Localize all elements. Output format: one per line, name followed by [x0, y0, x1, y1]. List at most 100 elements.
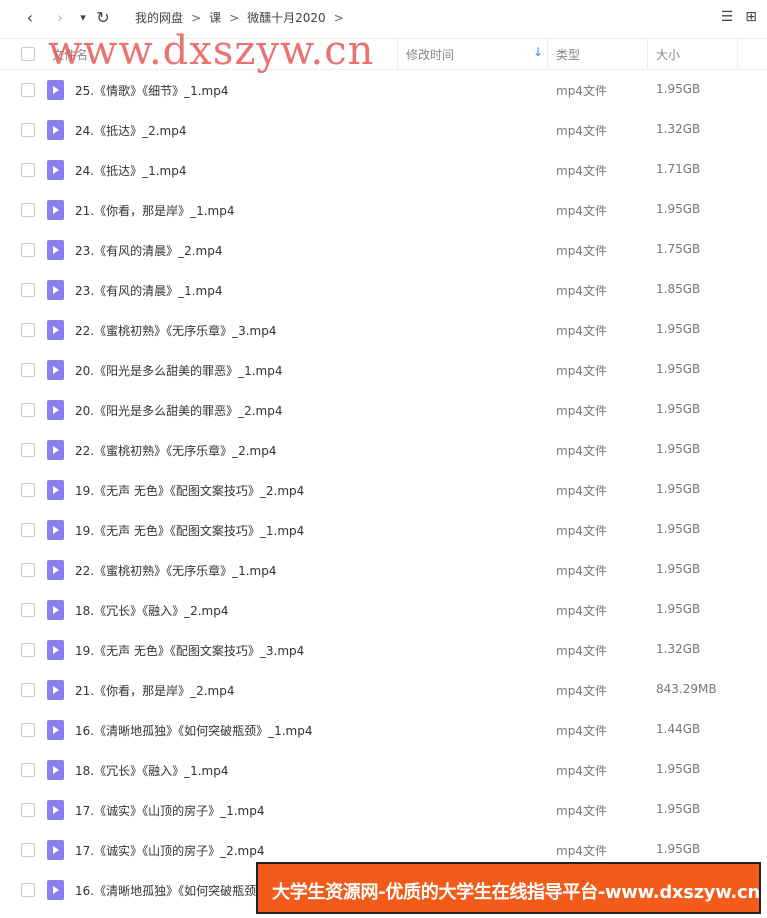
sort-descending-icon[interactable]: ↓ — [533, 45, 543, 59]
breadcrumb-item-course[interactable]: 课 — [209, 11, 221, 25]
video-file-icon — [47, 320, 64, 340]
file-size: 1.95GB — [656, 602, 701, 616]
video-file-icon — [47, 600, 64, 620]
file-size: 1.95GB — [656, 442, 701, 456]
row-checkbox[interactable] — [21, 683, 35, 697]
row-checkbox[interactable] — [21, 723, 35, 737]
file-name[interactable]: 23.《有风的清晨》_2.mp4 — [75, 242, 222, 259]
file-name[interactable]: 24.《抵达》_2.mp4 — [75, 122, 186, 139]
file-name[interactable]: 16.《清晰地孤独》《如何突破瓶颈》_1.mp4 — [75, 722, 312, 739]
video-file-icon — [47, 240, 64, 260]
file-name[interactable]: 24.《抵达》_1.mp4 — [75, 162, 186, 179]
file-name[interactable]: 21.《你看，那是岸》_1.mp4 — [75, 202, 234, 219]
file-size: 1.95GB — [656, 562, 701, 576]
file-size: 1.95GB — [656, 762, 701, 776]
row-checkbox[interactable] — [21, 243, 35, 257]
row-checkbox[interactable] — [21, 283, 35, 297]
file-name[interactable]: 17.《诚实》《山顶的房子》_2.mp4 — [75, 842, 264, 859]
file-row[interactable]: 18.《冗长》《融入》_1.mp4 mp4文件 1.95GB — [0, 750, 767, 790]
column-modified[interactable]: 修改时间 — [406, 46, 454, 63]
file-name[interactable]: 19.《无声 无色》《配图文案技巧》_3.mp4 — [75, 642, 304, 659]
grid-view-icon[interactable]: ⊞ — [745, 9, 757, 25]
file-name[interactable]: 22.《蜜桃初熟》《无序乐章》_3.mp4 — [75, 322, 276, 339]
breadcrumb-separator: > — [333, 11, 344, 25]
file-row[interactable]: 21.《你看，那是岸》_2.mp4 mp4文件 843.29MB — [0, 670, 767, 710]
breadcrumb-item-root[interactable]: 我的网盘 — [135, 11, 183, 25]
file-name[interactable]: 19.《无声 无色》《配图文案技巧》_2.mp4 — [75, 482, 304, 499]
file-name[interactable]: 17.《诚实》《山顶的房子》_1.mp4 — [75, 802, 264, 819]
row-checkbox[interactable] — [21, 83, 35, 97]
file-row[interactable]: 19.《无声 无色》《配图文案技巧》_2.mp4 mp4文件 1.95GB — [0, 470, 767, 510]
column-divider[interactable] — [547, 39, 548, 69]
row-checkbox[interactable] — [21, 523, 35, 537]
file-name[interactable]: 18.《冗长》《融入》_2.mp4 — [75, 602, 228, 619]
file-row[interactable]: 22.《蜜桃初熟》《无序乐章》_2.mp4 mp4文件 1.95GB — [0, 430, 767, 470]
file-row[interactable]: 16.《清晰地孤独》《如何突破瓶颈》_1.mp4 mp4文件 1.44GB — [0, 710, 767, 750]
row-checkbox[interactable] — [21, 563, 35, 577]
list-view-icon[interactable]: ☰ — [721, 9, 734, 25]
file-type: mp4文件 — [556, 124, 607, 138]
file-size: 1.95GB — [656, 482, 701, 496]
row-checkbox[interactable] — [21, 403, 35, 417]
row-checkbox[interactable] — [21, 803, 35, 817]
video-file-icon — [47, 480, 64, 500]
file-name[interactable]: 22.《蜜桃初熟》《无序乐章》_2.mp4 — [75, 442, 276, 459]
file-name[interactable]: 22.《蜜桃初熟》《无序乐章》_1.mp4 — [75, 562, 276, 579]
row-checkbox[interactable] — [21, 843, 35, 857]
file-name[interactable]: 19.《无声 无色》《配图文案技巧》_1.mp4 — [75, 522, 304, 539]
file-row[interactable]: 24.《抵达》_1.mp4 mp4文件 1.71GB — [0, 150, 767, 190]
file-row[interactable]: 24.《抵达》_2.mp4 mp4文件 1.32GB — [0, 110, 767, 150]
video-file-icon — [47, 400, 64, 420]
row-checkbox[interactable] — [21, 323, 35, 337]
column-divider[interactable] — [737, 39, 738, 69]
history-dropdown-icon[interactable]: ▾ — [73, 8, 93, 28]
file-row[interactable]: 25.《情歌》《细节》_1.mp4 mp4文件 1.95GB — [0, 70, 767, 110]
file-type: mp4文件 — [556, 844, 607, 858]
file-row[interactable]: 19.《无声 无色》《配图文案技巧》_3.mp4 mp4文件 1.32GB — [0, 630, 767, 670]
file-row[interactable]: 22.《蜜桃初熟》《无序乐章》_1.mp4 mp4文件 1.95GB — [0, 550, 767, 590]
view-switcher: ☰ ⊞ — [709, 9, 757, 25]
file-row[interactable]: 23.《有风的清晨》_2.mp4 mp4文件 1.75GB — [0, 230, 767, 270]
breadcrumb-item-current[interactable]: 微醺十月2020 — [247, 11, 326, 25]
row-checkbox[interactable] — [21, 163, 35, 177]
row-checkbox[interactable] — [21, 763, 35, 777]
file-row[interactable]: 18.《冗长》《融入》_2.mp4 mp4文件 1.95GB — [0, 590, 767, 630]
forward-icon[interactable]: › — [50, 8, 70, 28]
column-size[interactable]: 大小 — [656, 46, 680, 63]
column-header: 文件名 修改时间 ↓ 类型 大小 — [0, 38, 767, 70]
file-name[interactable]: 23.《有风的清晨》_1.mp4 — [75, 282, 222, 299]
row-checkbox[interactable] — [21, 483, 35, 497]
breadcrumb-separator: > — [191, 11, 202, 25]
row-checkbox[interactable] — [21, 123, 35, 137]
file-row[interactable]: 20.《阳光是多么甜美的罪恶》_2.mp4 mp4文件 1.95GB — [0, 390, 767, 430]
row-checkbox[interactable] — [21, 883, 35, 897]
column-type[interactable]: 类型 — [556, 46, 580, 63]
file-row[interactable]: 20.《阳光是多么甜美的罪恶》_1.mp4 mp4文件 1.95GB — [0, 350, 767, 390]
back-icon[interactable]: ‹ — [20, 8, 40, 28]
refresh-icon[interactable]: ↻ — [93, 8, 113, 28]
select-all-checkbox[interactable] — [21, 47, 35, 61]
file-name[interactable]: 20.《阳光是多么甜美的罪恶》_2.mp4 — [75, 402, 282, 419]
file-row[interactable]: 17.《诚实》《山顶的房子》_1.mp4 mp4文件 1.95GB — [0, 790, 767, 830]
file-row[interactable]: 23.《有风的清晨》_1.mp4 mp4文件 1.85GB — [0, 270, 767, 310]
file-name[interactable]: 25.《情歌》《细节》_1.mp4 — [75, 82, 228, 99]
row-checkbox[interactable] — [21, 443, 35, 457]
row-checkbox[interactable] — [21, 603, 35, 617]
column-divider[interactable] — [397, 39, 398, 69]
row-checkbox[interactable] — [21, 203, 35, 217]
file-size: 1.95GB — [656, 362, 701, 376]
file-row[interactable]: 19.《无声 无色》《配图文案技巧》_1.mp4 mp4文件 1.95GB — [0, 510, 767, 550]
file-name[interactable]: 21.《你看，那是岸》_2.mp4 — [75, 682, 234, 699]
file-size: 1.75GB — [656, 242, 701, 256]
column-divider[interactable] — [647, 39, 648, 69]
file-row[interactable]: 21.《你看，那是岸》_1.mp4 mp4文件 1.95GB — [0, 190, 767, 230]
row-checkbox[interactable] — [21, 643, 35, 657]
file-row[interactable]: 22.《蜜桃初熟》《无序乐章》_3.mp4 mp4文件 1.95GB — [0, 310, 767, 350]
file-type: mp4文件 — [556, 244, 607, 258]
row-checkbox[interactable] — [21, 363, 35, 377]
column-name[interactable]: 文件名 — [52, 46, 88, 63]
file-type: mp4文件 — [556, 204, 607, 218]
file-name[interactable]: 18.《冗长》《融入》_1.mp4 — [75, 762, 228, 779]
file-name[interactable]: 20.《阳光是多么甜美的罪恶》_1.mp4 — [75, 362, 282, 379]
file-type: mp4文件 — [556, 804, 607, 818]
